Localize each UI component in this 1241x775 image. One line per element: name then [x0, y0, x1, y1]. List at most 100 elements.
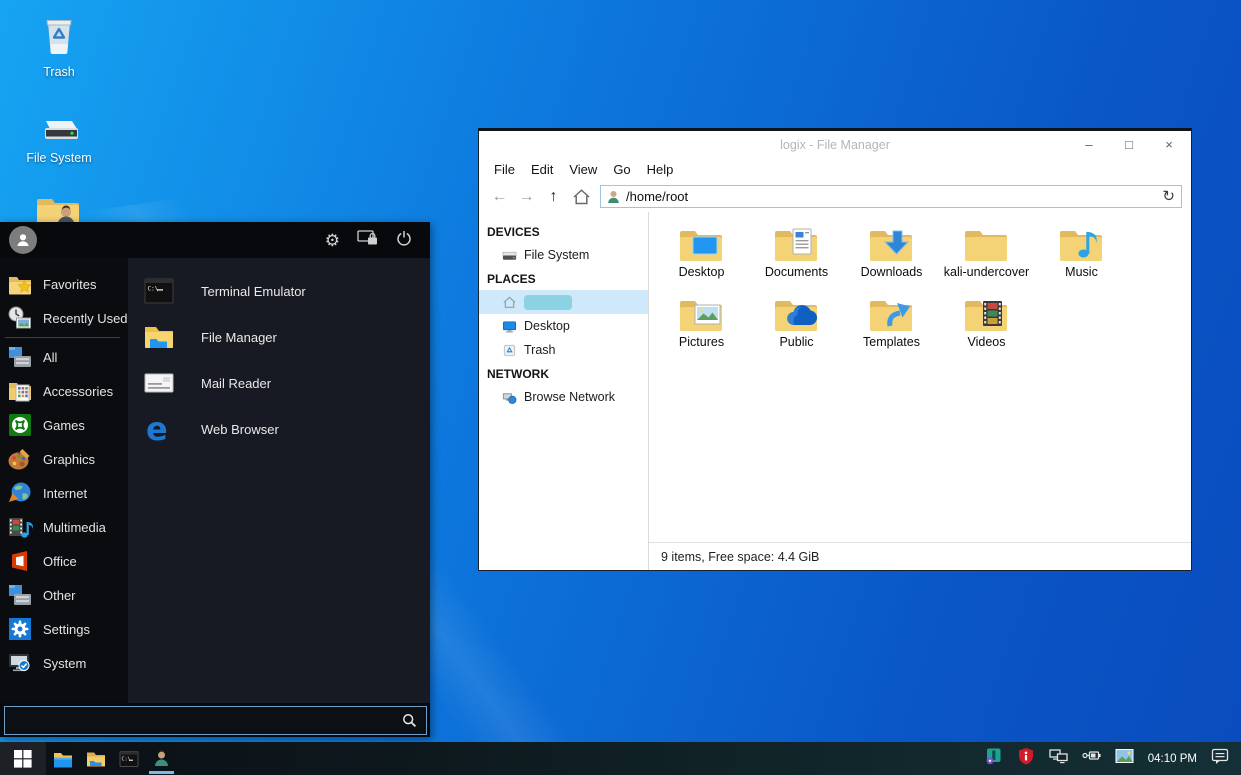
trash-icon: [39, 16, 79, 61]
home-button[interactable]: [567, 188, 596, 206]
menu-file[interactable]: File: [486, 162, 523, 177]
folder-public[interactable]: Public: [749, 294, 844, 364]
search-input[interactable]: [5, 707, 402, 734]
action-center-icon[interactable]: [1211, 747, 1229, 770]
sidebar-item-desktop[interactable]: Desktop: [479, 314, 648, 338]
recently-used-icon: [7, 305, 33, 331]
user-avatar[interactable]: [9, 226, 37, 254]
games-icon: [7, 412, 33, 438]
sidebar-item-trash[interactable]: Trash: [479, 338, 648, 362]
category-recently-used[interactable]: Recently Used: [0, 301, 128, 335]
up-button[interactable]: ↑: [540, 189, 567, 205]
forward-button[interactable]: →: [513, 189, 540, 205]
tray-wallpaper-icon[interactable]: [1115, 748, 1134, 769]
sidebar-item-file-system[interactable]: File System: [479, 243, 648, 267]
folder-documents[interactable]: Documents: [749, 224, 844, 294]
category-all[interactable]: All: [0, 340, 128, 374]
titlebar[interactable]: logix - File Manager – □ ×: [479, 131, 1191, 158]
app-file-manager[interactable]: File Manager: [128, 314, 430, 360]
category-system[interactable]: System: [0, 646, 128, 680]
mail-icon: [142, 366, 176, 400]
back-button[interactable]: ←: [486, 189, 513, 205]
tray-kali-updater-icon[interactable]: [985, 747, 1003, 770]
desktop-place-icon: [502, 319, 517, 334]
folder-templates[interactable]: Templates: [844, 294, 939, 364]
start-menu-header: ⚙: [0, 222, 430, 258]
file-grid: Desktop Documents: [649, 212, 1191, 542]
folder-downloads[interactable]: Downloads: [844, 224, 939, 294]
taskbar-folder-button[interactable]: [79, 742, 112, 775]
menu-divider: [5, 337, 120, 338]
start-menu: ⚙: [0, 222, 430, 737]
taskbar-file-manager-window-button[interactable]: [145, 742, 178, 775]
all-apps-icon: [7, 344, 33, 370]
tray-power-icon[interactable]: [1082, 747, 1101, 770]
menu-help[interactable]: Help: [639, 162, 682, 177]
edge-browser-icon: e: [142, 412, 176, 446]
tray-network-icon[interactable]: [1049, 747, 1068, 770]
person-icon: [15, 232, 31, 248]
settings-gear-icon[interactable]: ⚙: [325, 232, 340, 249]
desktop-icon-trash[interactable]: Trash: [13, 16, 105, 79]
folder-desktop[interactable]: Desktop: [654, 224, 749, 294]
category-internet[interactable]: Internet: [0, 476, 128, 510]
category-games[interactable]: Games: [0, 408, 128, 442]
search-icon: [402, 713, 417, 728]
system-icon: [7, 650, 33, 676]
path-text[interactable]: /home/root: [626, 189, 1156, 204]
folder-desktop-icon: [679, 224, 725, 264]
start-menu-search-box: [4, 706, 427, 735]
menu-edit[interactable]: Edit: [523, 162, 561, 177]
category-favorites[interactable]: Favorites: [0, 267, 128, 301]
folder-music[interactable]: Music: [1034, 224, 1129, 294]
app-web-browser[interactable]: e Web Browser: [128, 406, 430, 452]
taskbar-terminal-button[interactable]: C:\: [112, 742, 145, 775]
category-graphics[interactable]: Graphics: [0, 442, 128, 476]
desktop-icon-file-system[interactable]: File System: [13, 118, 105, 165]
start-menu-categories: Favorites Recently Used: [0, 258, 128, 703]
path-bar[interactable]: /home/root ↻: [600, 185, 1182, 208]
desktop: Trash File System: [0, 0, 1241, 775]
lock-screen-icon[interactable]: [357, 229, 379, 251]
start-button[interactable]: [0, 742, 46, 775]
settings-icon: [7, 616, 33, 642]
menu-view[interactable]: View: [561, 162, 605, 177]
app-mail-reader[interactable]: Mail Reader: [128, 360, 430, 406]
minimize-button[interactable]: –: [1069, 137, 1109, 152]
favorites-icon: [7, 271, 33, 297]
close-button[interactable]: ×: [1149, 137, 1189, 152]
category-accessories[interactable]: Accessories: [0, 374, 128, 408]
hard-drive-icon: [36, 118, 82, 147]
folder-plain-icon: [964, 224, 1010, 264]
home-icon: [572, 188, 591, 206]
folder-videos[interactable]: Videos: [939, 294, 1034, 364]
terminal-icon: C:\: [142, 274, 176, 308]
svg-text:C:\: C:\: [121, 756, 130, 762]
folder-pictures[interactable]: Pictures: [654, 294, 749, 364]
taskbar: C:\: [0, 742, 1241, 775]
file-manager-icon: [142, 320, 176, 354]
category-multimedia[interactable]: Multimedia: [0, 510, 128, 544]
desktop-icon-label: Trash: [43, 65, 75, 79]
folder-documents-icon: [774, 224, 820, 264]
app-terminal-emulator[interactable]: C:\ Terminal Emulator: [128, 268, 430, 314]
maximize-button[interactable]: □: [1109, 137, 1149, 152]
taskbar-file-explorer-button[interactable]: [46, 742, 79, 775]
internet-icon: [7, 480, 33, 506]
tray-security-alert-icon[interactable]: [1017, 747, 1035, 770]
sidebar-item-home[interactable]: [479, 290, 648, 314]
folder-kali-undercover[interactable]: kali-undercover: [939, 224, 1034, 294]
power-icon[interactable]: [396, 230, 412, 251]
folder-music-icon: [1059, 224, 1105, 264]
home-place-icon: [502, 295, 517, 310]
folder-icon: [86, 750, 106, 768]
status-bar: 9 items, Free space: 4.4 GiB: [649, 542, 1191, 570]
category-other[interactable]: Other: [0, 578, 128, 612]
folder-templates-icon: [869, 294, 915, 334]
sidebar-item-browse-network[interactable]: Browse Network: [479, 385, 648, 409]
refresh-icon[interactable]: ↻: [1162, 189, 1175, 204]
category-settings[interactable]: Settings: [0, 612, 128, 646]
menu-go[interactable]: Go: [605, 162, 638, 177]
clock[interactable]: 04:10 PM: [1148, 753, 1197, 765]
category-office[interactable]: Office: [0, 544, 128, 578]
